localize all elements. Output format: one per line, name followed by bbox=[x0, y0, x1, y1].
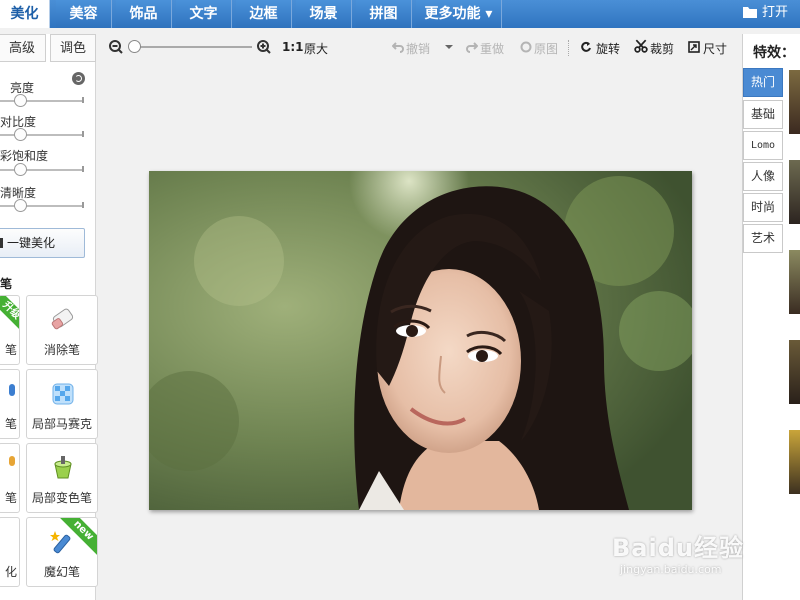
undo-button[interactable]: 撤销 bbox=[406, 40, 430, 57]
tool-mosaic[interactable]: 局部马赛克 bbox=[26, 369, 98, 439]
right-effects-panel: 特效： 热门 基础 Lomo 人像 时尚 艺术 bbox=[742, 34, 800, 600]
tool-label: 魔幻笔 bbox=[43, 565, 80, 579]
tool-label: 笔 bbox=[4, 343, 17, 357]
fx-tab-lomo[interactable]: Lomo bbox=[743, 131, 783, 160]
tool-label: 局部变色笔 bbox=[31, 491, 92, 505]
undo-icon bbox=[392, 42, 404, 53]
eraser-icon bbox=[51, 308, 74, 330]
mosaic-icon bbox=[52, 383, 74, 405]
tool-label: 化 bbox=[4, 565, 17, 579]
slider-knob[interactable] bbox=[14, 163, 27, 176]
contrast-slider[interactable] bbox=[0, 128, 84, 141]
one-click-label: 一键美化 bbox=[7, 236, 56, 250]
effect-thumbnail[interactable] bbox=[789, 250, 800, 314]
chevron-down-icon[interactable] bbox=[443, 41, 455, 53]
tab-collage[interactable]: 拼图 bbox=[356, 0, 412, 28]
subtab-color[interactable]: 调色 bbox=[50, 34, 96, 62]
redo-icon bbox=[466, 42, 478, 53]
tab-scene[interactable]: 场景 bbox=[296, 0, 352, 28]
tool-label: 笔 bbox=[4, 491, 17, 505]
top-tab-bar: 美化 美容 饰品 文字 边框 场景 拼图 更多功能 ▾ 打开 bbox=[0, 0, 800, 28]
open-button[interactable]: 打开 bbox=[742, 0, 788, 26]
zoom-slider[interactable] bbox=[132, 46, 252, 48]
fx-tab-fashion[interactable]: 时尚 bbox=[743, 193, 783, 222]
open-label: 打开 bbox=[761, 5, 788, 20]
tab-border[interactable]: 边框 bbox=[236, 0, 292, 28]
brush-icon bbox=[9, 456, 15, 466]
tool-brush-3[interactable]: 笔 bbox=[0, 443, 20, 513]
tool-label: 笔 bbox=[4, 417, 17, 431]
original-image-button[interactable]: 原图 bbox=[534, 40, 558, 57]
size-button[interactable]: 尺寸 bbox=[703, 40, 727, 57]
slider-knob[interactable] bbox=[14, 128, 27, 141]
effect-thumbnail[interactable] bbox=[789, 340, 800, 404]
resize-icon bbox=[688, 41, 700, 53]
watermark-sub: jingyan.baidu.com bbox=[620, 563, 722, 576]
sharpness-slider[interactable] bbox=[0, 199, 84, 212]
wand-icon bbox=[0, 238, 3, 248]
tab-accessories[interactable]: 饰品 bbox=[116, 0, 172, 28]
left-sub-tabs: 高级 调色 bbox=[0, 34, 96, 62]
portrait-photo bbox=[149, 171, 692, 510]
saturation-label: 彩饱和度 bbox=[0, 149, 49, 163]
tool-local-recolor[interactable]: 局部变色笔 bbox=[26, 443, 98, 513]
fx-tab-basic[interactable]: 基础 bbox=[743, 100, 783, 129]
original-size-button[interactable]: 原大 bbox=[304, 40, 328, 57]
zoom-slider-knob[interactable] bbox=[128, 40, 141, 53]
zoom-in-icon[interactable] bbox=[256, 39, 272, 55]
left-panel: 高级 调色 亮度 对比度 彩饱和度 清晰度 一键美化 笔 升级 笔 消除笔 笔 bbox=[0, 34, 98, 600]
rotate-icon bbox=[581, 41, 591, 52]
zoom-out-icon[interactable] bbox=[108, 39, 124, 55]
tab-text[interactable]: 文字 bbox=[176, 0, 232, 28]
rotate-button[interactable]: 旋转 bbox=[596, 40, 620, 57]
reset-icon[interactable] bbox=[72, 72, 85, 85]
effect-thumbnail[interactable] bbox=[789, 430, 800, 494]
one-click-beautify-button[interactable]: 一键美化 bbox=[0, 228, 85, 258]
toolbar-separator bbox=[568, 40, 569, 56]
fx-tab-hot[interactable]: 热门 bbox=[743, 68, 783, 97]
photo-canvas[interactable] bbox=[149, 171, 692, 510]
subtab-advanced[interactable]: 高级 bbox=[0, 34, 46, 62]
crop-button[interactable]: 裁剪 bbox=[650, 40, 674, 57]
effect-thumbnail[interactable] bbox=[789, 160, 800, 224]
magic-wand-icon bbox=[50, 531, 71, 554]
brush-section-title: 笔 bbox=[0, 277, 13, 291]
tool-label: 消除笔 bbox=[43, 343, 80, 357]
brightness-slider[interactable] bbox=[0, 94, 84, 107]
upgrade-badge: 升级 bbox=[0, 296, 19, 332]
folder-icon bbox=[742, 7, 757, 18]
tool-label: 局部马赛克 bbox=[31, 417, 92, 431]
redo-button[interactable]: 重做 bbox=[480, 40, 504, 57]
tool-brush-2[interactable]: 笔 bbox=[0, 369, 20, 439]
tab-more[interactable]: 更多功能 ▾ bbox=[416, 0, 502, 28]
fx-tab-portrait[interactable]: 人像 bbox=[743, 162, 783, 191]
tool-eraser[interactable]: 消除笔 bbox=[26, 295, 98, 365]
toolbar: 1:1 原大 撤销 重做 原图 旋转 裁剪 尺寸 bbox=[96, 34, 742, 62]
slider-knob[interactable] bbox=[14, 199, 27, 212]
baidu-watermark: Baidu经验 jingyan.baidu.com bbox=[612, 528, 744, 576]
effect-thumbnail[interactable] bbox=[789, 70, 800, 134]
scissors-icon bbox=[634, 39, 648, 53]
effects-title: 特效： bbox=[753, 45, 795, 61]
watermark-main: Baidu经验 bbox=[612, 534, 744, 562]
saturation-slider[interactable] bbox=[0, 163, 84, 176]
tab-beautify[interactable]: 美化 bbox=[0, 0, 50, 28]
tool-magic-brush[interactable]: new 魔幻笔 bbox=[26, 517, 98, 587]
tool-brush-4[interactable]: 化 bbox=[0, 517, 20, 587]
brush-icon bbox=[9, 384, 15, 396]
tab-makeup[interactable]: 美容 bbox=[56, 0, 112, 28]
original-image-icon bbox=[520, 41, 532, 53]
paint-bucket-icon bbox=[54, 456, 72, 479]
slider-knob[interactable] bbox=[14, 94, 27, 107]
tool-brush-1[interactable]: 升级 笔 bbox=[0, 295, 20, 365]
zoom-ratio-button[interactable]: 1:1 bbox=[282, 40, 304, 54]
fx-tab-art[interactable]: 艺术 bbox=[743, 224, 783, 253]
